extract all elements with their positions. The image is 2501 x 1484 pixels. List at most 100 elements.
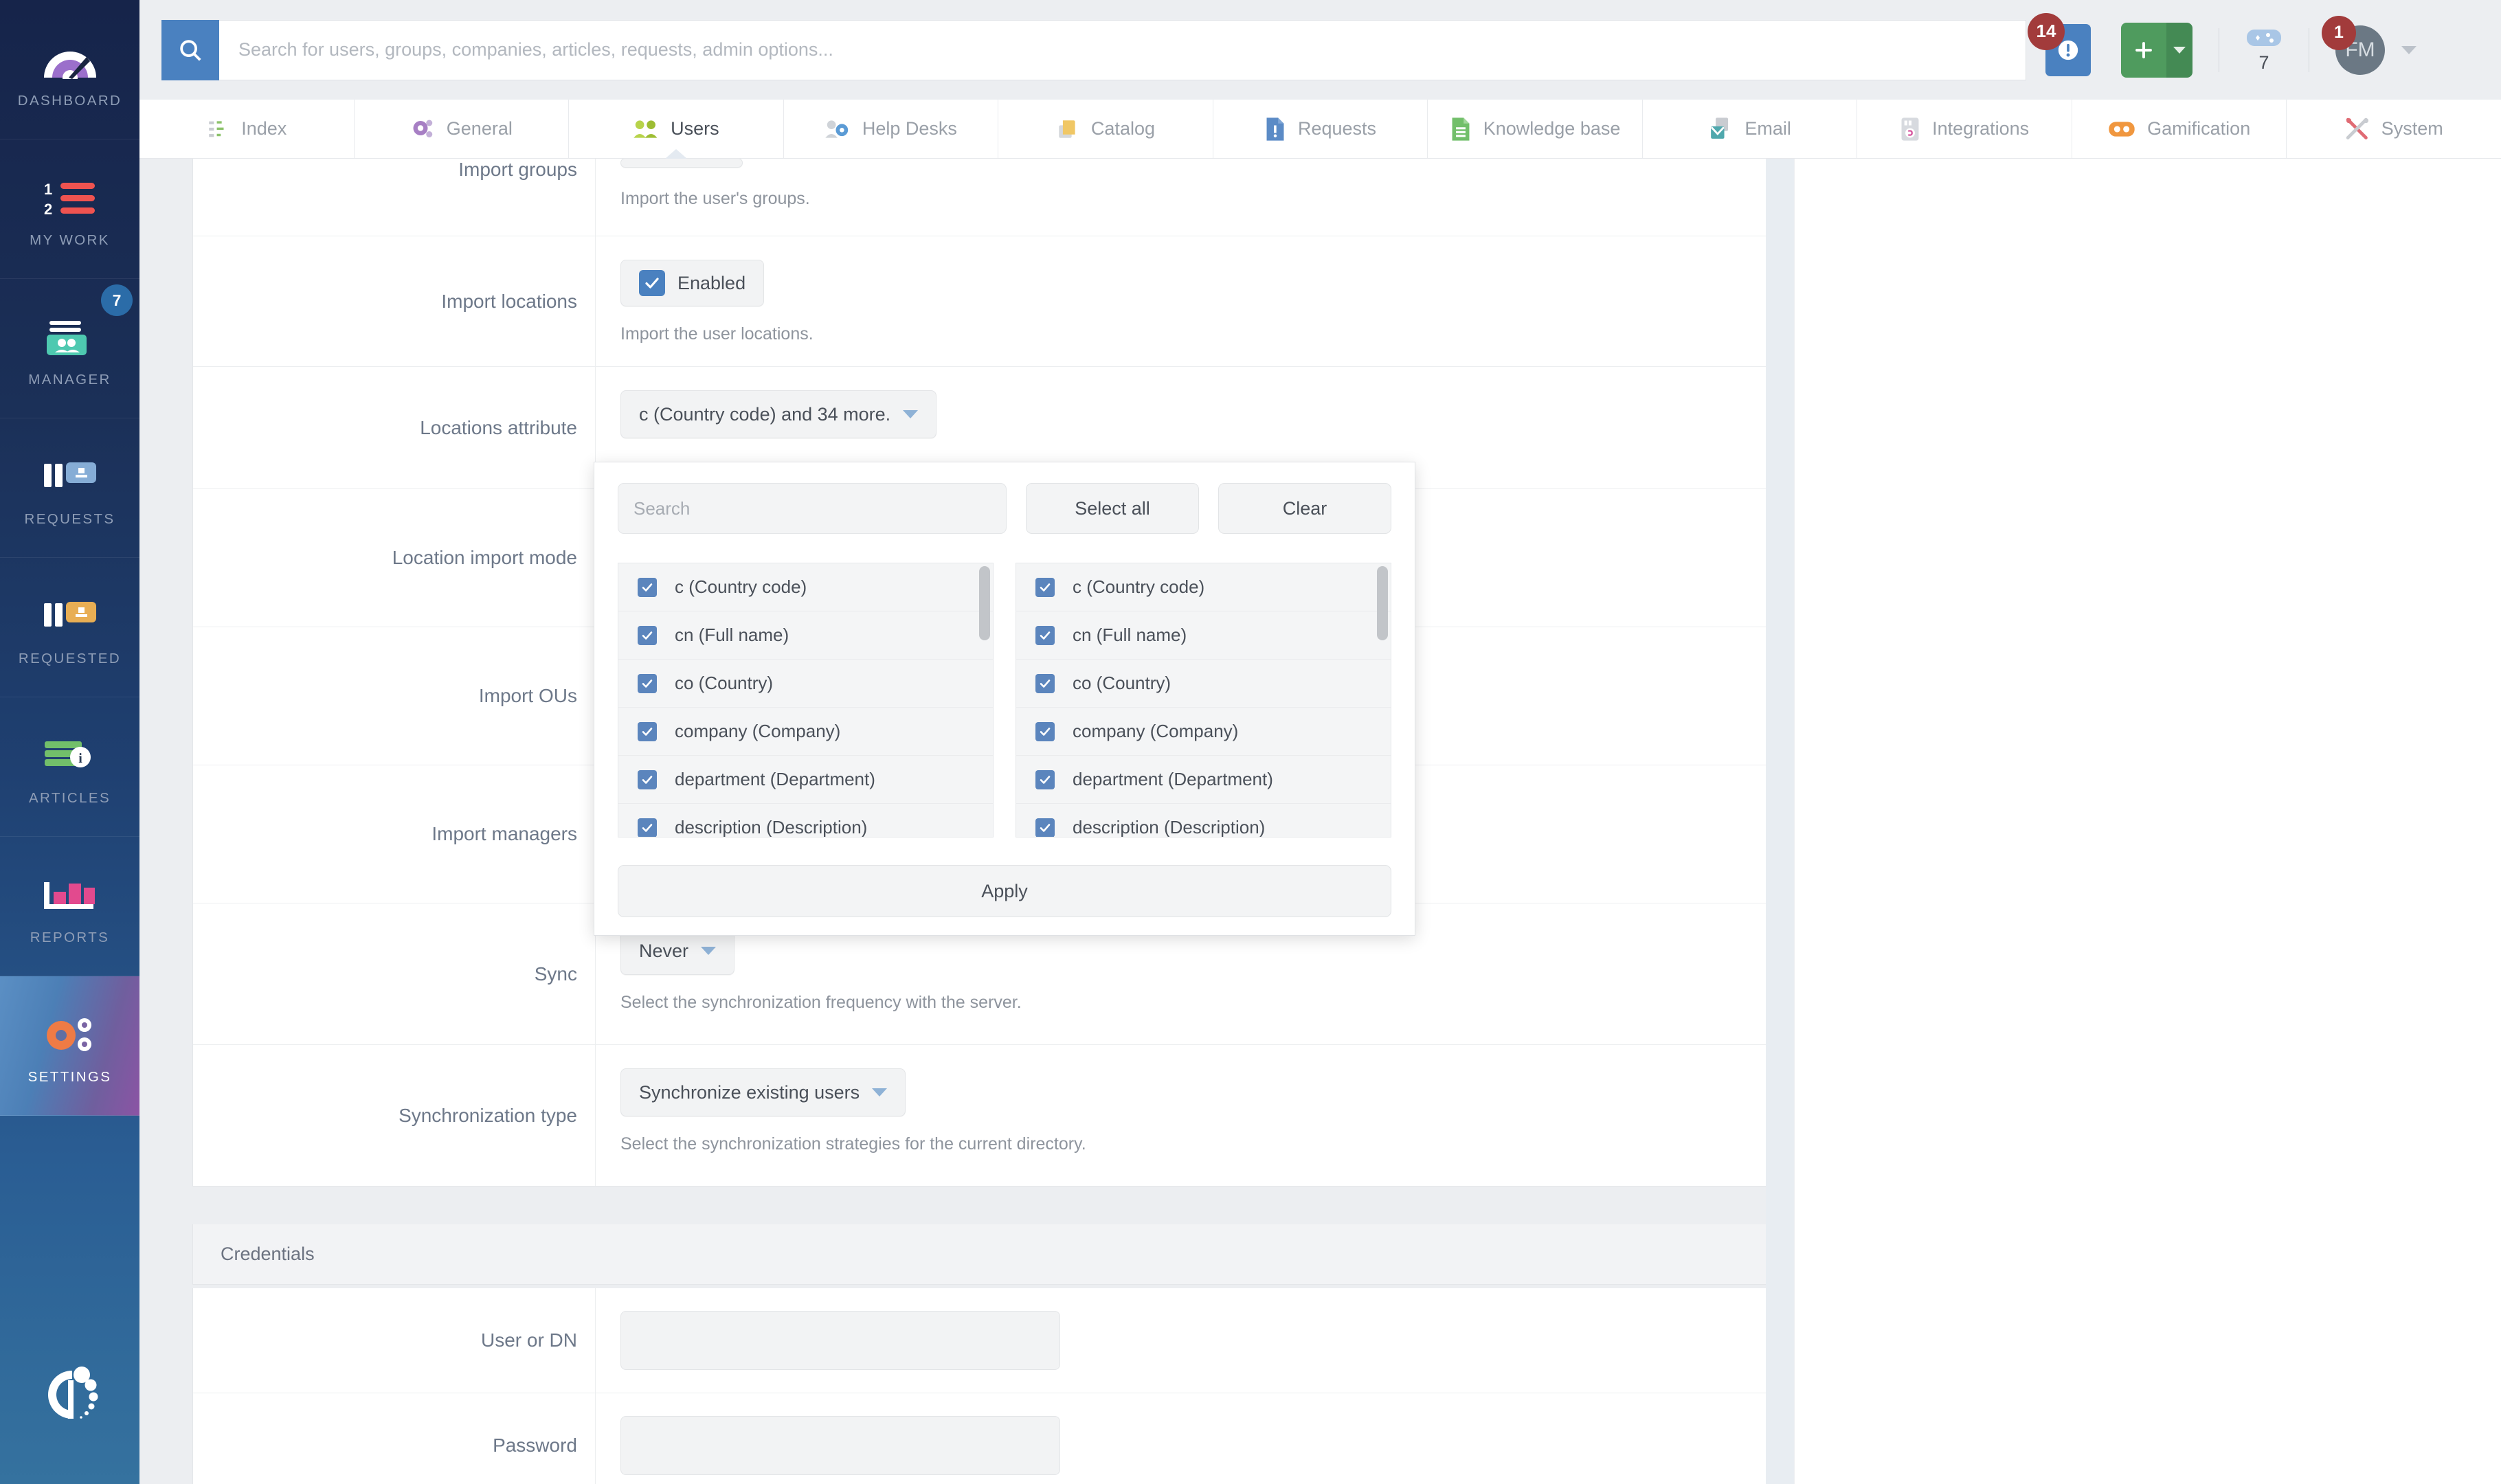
checkbox-checked-icon[interactable] bbox=[638, 818, 657, 837]
search-input[interactable] bbox=[219, 19, 2026, 80]
bar-chart-icon bbox=[29, 866, 111, 925]
locations-attribute-popup: Select all Clear c (Country code) cn (Fu… bbox=[594, 462, 1415, 936]
list-item[interactable]: cn (Full name) bbox=[618, 611, 993, 660]
list-item[interactable]: co (Country) bbox=[1016, 660, 1391, 708]
checkbox-checked-icon[interactable] bbox=[1035, 818, 1055, 837]
popup-selected-list[interactable]: c (Country code) cn (Full name) co (Coun… bbox=[1016, 563, 1391, 837]
list-item[interactable]: co (Country) bbox=[618, 660, 993, 708]
sidebar-item-requests[interactable]: REQUESTS bbox=[0, 418, 139, 558]
list-item[interactable]: department (Department) bbox=[618, 756, 993, 804]
chevron-down-icon bbox=[872, 1088, 888, 1097]
checkbox-checked-icon[interactable] bbox=[1035, 721, 1055, 741]
chevron-down-icon bbox=[701, 947, 717, 955]
checkbox-checked-icon[interactable] bbox=[1035, 769, 1055, 789]
form-label: Locations attribute bbox=[420, 416, 577, 438]
list-item-label: company (Company) bbox=[1073, 721, 1239, 741]
apply-button[interactable]: Apply bbox=[618, 865, 1391, 917]
list-item[interactable]: description (Description) bbox=[618, 804, 993, 837]
import-groups-toggle[interactable] bbox=[620, 159, 743, 168]
alerts-badge: 14 bbox=[2028, 12, 2065, 50]
list-item[interactable]: c (Country code) bbox=[618, 563, 993, 611]
gamification-button[interactable]: 7 bbox=[2245, 26, 2283, 74]
integrations-icon bbox=[1901, 117, 1919, 141]
list-item[interactable]: c (Country code) bbox=[1016, 563, 1391, 611]
form-label: Synchronization type bbox=[399, 1104, 577, 1126]
sidebar-item-my-work[interactable]: 1 2 MY WORK bbox=[0, 139, 139, 279]
form-control bbox=[595, 1393, 1870, 1484]
sidebar-item-requested[interactable]: REQUESTED bbox=[0, 558, 139, 697]
form-control bbox=[595, 1288, 1870, 1393]
list-item[interactable]: company (Company) bbox=[618, 708, 993, 756]
popup-lists: c (Country code) cn (Full name) co (Coun… bbox=[618, 563, 1391, 837]
search-icon[interactable] bbox=[161, 19, 219, 80]
tab-system[interactable]: System bbox=[2287, 100, 2501, 158]
checkbox-checked-icon[interactable] bbox=[1035, 673, 1055, 693]
chevron-down-icon[interactable] bbox=[2401, 45, 2416, 55]
form-control: Synchronize existing users Select the sy… bbox=[595, 1045, 1870, 1186]
header-actions: 14 7 1 FM bbox=[2028, 12, 2416, 78]
scrollbar-thumb[interactable] bbox=[1377, 566, 1388, 640]
list-item[interactable]: cn (Full name) bbox=[1016, 611, 1391, 660]
alerts-button[interactable]: 14 bbox=[2028, 12, 2091, 76]
user-or-dn-input[interactable] bbox=[620, 1311, 1060, 1370]
locations-attribute-multiselect[interactable]: c (Country code) and 34 more. bbox=[620, 390, 937, 438]
popup-search-input[interactable] bbox=[618, 483, 1007, 534]
list-item-label: department (Department) bbox=[675, 769, 875, 789]
checkbox-checked-icon[interactable] bbox=[638, 769, 657, 789]
tab-integrations[interactable]: Integrations bbox=[1857, 100, 2072, 158]
folder-icon bbox=[1059, 120, 1075, 138]
checkbox-checked-icon[interactable] bbox=[638, 721, 657, 741]
list-item-label: cn (Full name) bbox=[675, 625, 789, 645]
tab-users[interactable]: Users bbox=[569, 100, 784, 158]
popup-available-list[interactable]: c (Country code) cn (Full name) co (Coun… bbox=[618, 563, 994, 837]
select-all-button[interactable]: Select all bbox=[1026, 483, 1199, 534]
list-item[interactable]: company (Company) bbox=[1016, 708, 1391, 756]
tab-help-desks[interactable]: Help Desks bbox=[784, 100, 999, 158]
manager-card-icon bbox=[29, 308, 111, 368]
scrollbar-thumb[interactable] bbox=[979, 566, 990, 640]
user-menu[interactable]: 1 FM bbox=[2322, 15, 2416, 75]
svg-text:i: i bbox=[78, 751, 82, 766]
tab-general[interactable]: General bbox=[355, 100, 570, 158]
list-item-label: c (Country code) bbox=[675, 576, 807, 597]
sidebar-item-manager[interactable]: 7 MANAGER bbox=[0, 279, 139, 418]
sidebar-item-reports[interactable]: REPORTS bbox=[0, 837, 139, 976]
sidebar-item-articles[interactable]: i ARTICLES bbox=[0, 697, 139, 837]
index-list-icon bbox=[209, 120, 224, 137]
tab-label: Knowledge base bbox=[1483, 118, 1621, 139]
list-item-label: description (Description) bbox=[675, 817, 868, 837]
dropdown-value: Synchronize existing users bbox=[639, 1081, 860, 1103]
gamification-mask-icon bbox=[2109, 121, 2135, 137]
tab-gamification[interactable]: Gamification bbox=[2072, 100, 2287, 158]
sidebar-item-label: REPORTS bbox=[30, 930, 110, 945]
import-locations-checkbox[interactable]: Enabled bbox=[620, 260, 765, 306]
checkbox-checked-icon[interactable] bbox=[638, 577, 657, 597]
tab-knowledge-base[interactable]: Knowledge base bbox=[1428, 100, 1643, 158]
tab-email[interactable]: Email bbox=[1643, 100, 1858, 158]
chevron-down-icon[interactable] bbox=[2166, 22, 2192, 78]
checkbox-checked-icon[interactable] bbox=[1035, 625, 1055, 645]
tab-index[interactable]: Index bbox=[139, 100, 355, 158]
tab-label: Index bbox=[241, 118, 287, 139]
tab-label: Email bbox=[1745, 118, 1791, 139]
tab-requests[interactable]: Requests bbox=[1213, 100, 1428, 158]
password-input[interactable] bbox=[620, 1416, 1060, 1475]
help-desk-icon bbox=[825, 120, 849, 138]
sidebar-item-settings[interactable]: SETTINGS bbox=[0, 976, 139, 1116]
checkbox-checked-icon[interactable] bbox=[638, 625, 657, 645]
clear-button[interactable]: Clear bbox=[1218, 483, 1391, 534]
list-item-label: description (Description) bbox=[1073, 817, 1266, 837]
list-item[interactable]: description (Description) bbox=[1016, 804, 1391, 837]
checkbox-checked-icon[interactable] bbox=[638, 673, 657, 693]
add-button[interactable] bbox=[2121, 22, 2192, 78]
checkbox-checked-icon[interactable] bbox=[1035, 577, 1055, 597]
tab-catalog[interactable]: Catalog bbox=[998, 100, 1213, 158]
sidebar-item-dashboard[interactable]: DASHBOARD bbox=[0, 0, 139, 139]
company-logo-icon bbox=[0, 1305, 139, 1484]
list-item[interactable]: department (Department) bbox=[1016, 756, 1391, 804]
dropdown-value: Never bbox=[639, 940, 689, 961]
list-item-label: cn (Full name) bbox=[1073, 625, 1187, 645]
synchronization-type-dropdown[interactable]: Synchronize existing users bbox=[620, 1068, 906, 1116]
tab-label: Requests bbox=[1297, 118, 1377, 139]
